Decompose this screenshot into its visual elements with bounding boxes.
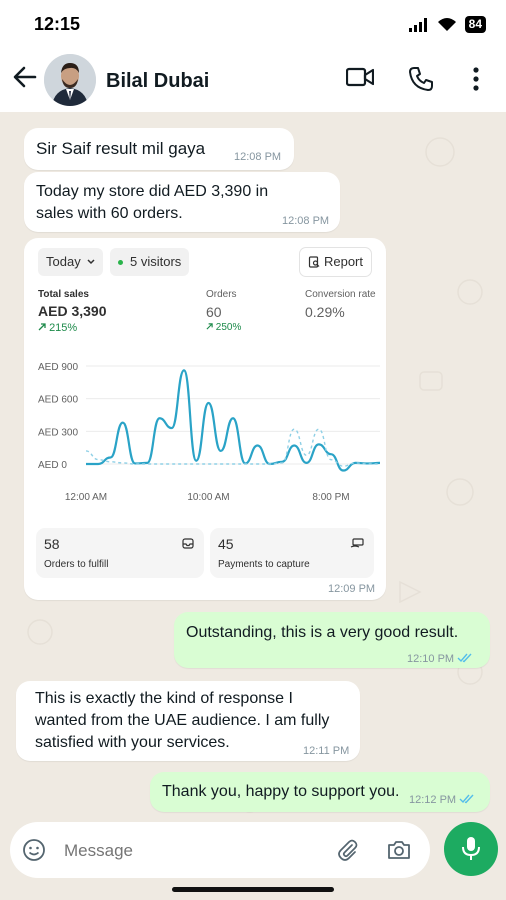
y-tick-label: AED 600 bbox=[38, 395, 78, 406]
status-time: 12:15 bbox=[34, 14, 81, 34]
chat-header: Bilal Dubai bbox=[0, 50, 506, 112]
trend-up-icon bbox=[38, 323, 46, 331]
back-arrow-icon[interactable] bbox=[12, 64, 38, 90]
report-button[interactable]: Report bbox=[299, 247, 372, 277]
orders-change: 250% bbox=[206, 322, 241, 333]
signal-icon bbox=[408, 17, 427, 32]
message-time-text: 12:10 PM bbox=[407, 653, 455, 665]
battery-indicator: 84 bbox=[464, 16, 486, 33]
attach-icon[interactable] bbox=[336, 838, 360, 862]
tile-value: 45 bbox=[218, 536, 234, 552]
voice-message-button[interactable] bbox=[444, 822, 498, 876]
visitors-chip[interactable]: 5 visitors bbox=[110, 248, 190, 276]
read-receipt-icon bbox=[459, 794, 474, 804]
inbox-icon bbox=[182, 538, 194, 549]
outgoing-message[interactable]: Thank you, happy to support you. 12:12 P… bbox=[150, 772, 490, 812]
orders-label: Orders bbox=[206, 289, 237, 300]
message-composer bbox=[10, 822, 430, 878]
message-time-text: 12:12 PM bbox=[409, 794, 457, 806]
read-receipt-icon bbox=[457, 653, 472, 663]
incoming-message[interactable]: This is exactly the kind of response I w… bbox=[16, 681, 360, 761]
tile-label: Payments to capture bbox=[218, 559, 310, 570]
message-time: 12:11 PM bbox=[303, 745, 350, 757]
x-tick-label: 12:00 AM bbox=[65, 492, 107, 503]
orders-change-value: 250% bbox=[215, 322, 242, 333]
video-call-icon[interactable] bbox=[346, 66, 374, 88]
orders-value: 60 bbox=[206, 304, 222, 320]
sales-line-chart: AED 0 AED 300 AED 600 AED 900 12:00 AM 10:00 … bbox=[38, 362, 381, 503]
microphone-icon bbox=[462, 837, 480, 860]
total-sales-change: 215% bbox=[38, 322, 77, 334]
tile-label: Orders to fulfill bbox=[44, 559, 109, 570]
orders-to-fulfill-tile[interactable]: 58 Orders to fulfill bbox=[36, 528, 204, 578]
conversion-value: 0.29% bbox=[305, 304, 345, 320]
incoming-message[interactable]: Today my store did AED 3,390 in sales wi… bbox=[24, 172, 340, 232]
message-text: Sir Saif result mil gaya bbox=[36, 139, 206, 158]
message-text-line: sales with 60 orders. bbox=[36, 205, 183, 222]
outgoing-message[interactable]: Outstanding, this is a very good result.… bbox=[174, 612, 490, 668]
home-indicator bbox=[172, 887, 334, 892]
chat-area[interactable]: Sir Saif result mil gaya 12:08 PM Today … bbox=[0, 112, 506, 820]
chevron-down-icon bbox=[87, 259, 95, 265]
message-time: 12:09 PM bbox=[328, 583, 376, 595]
contact-avatar[interactable] bbox=[44, 54, 96, 106]
x-tick-label: 10:00 AM bbox=[187, 492, 229, 503]
camera-icon[interactable] bbox=[386, 838, 412, 862]
message-text-line: This is exactly the kind of response I bbox=[35, 690, 293, 707]
total-sales-label: Total sales bbox=[38, 289, 89, 300]
contact-name[interactable]: Bilal Dubai bbox=[106, 70, 209, 93]
x-tick-label: 8:00 PM bbox=[312, 492, 349, 503]
message-text: Thank you, happy to support you. bbox=[162, 783, 400, 800]
y-tick-label: AED 0 bbox=[38, 460, 67, 471]
message-text-line: wanted from the UAE audience. I am fully bbox=[35, 712, 330, 729]
trend-up-icon bbox=[206, 323, 213, 330]
sales-dashboard-card[interactable]: Today 5 visitors Report Total sales AED … bbox=[24, 238, 386, 600]
y-tick-label: AED 900 bbox=[38, 362, 78, 373]
live-dot-icon bbox=[118, 260, 123, 265]
message-text-line: satisfied with your services. bbox=[35, 734, 230, 751]
period-label: Today bbox=[46, 254, 81, 269]
visitors-label: 5 visitors bbox=[130, 254, 182, 269]
status-icons: 84 bbox=[408, 16, 486, 33]
y-tick-label: AED 300 bbox=[38, 427, 78, 438]
report-icon bbox=[309, 256, 320, 268]
message-time: 12:08 PM bbox=[282, 215, 330, 227]
message-text: Outstanding, this is a very good result. bbox=[186, 624, 459, 641]
total-sales-value: AED 3,390 bbox=[38, 303, 107, 319]
status-bar: 12:15 84 bbox=[0, 0, 506, 50]
message-input[interactable] bbox=[62, 836, 316, 866]
tile-value: 58 bbox=[44, 536, 60, 552]
payments-to-capture-tile[interactable]: 45 Payments to capture bbox=[210, 528, 374, 578]
message-time: 12:10 PM bbox=[407, 648, 473, 670]
sales-series-line bbox=[86, 369, 381, 472]
conversion-label: Conversion rate bbox=[305, 289, 376, 300]
incoming-message[interactable]: Sir Saif result mil gaya 12:08 PM bbox=[24, 128, 294, 170]
avatar-image bbox=[44, 54, 96, 106]
phone-call-icon[interactable] bbox=[408, 66, 434, 92]
more-options-icon[interactable] bbox=[472, 66, 480, 92]
report-label: Report bbox=[323, 254, 363, 269]
message-time: 12:08 PM bbox=[234, 151, 282, 163]
period-dropdown[interactable]: Today bbox=[38, 248, 103, 276]
wifi-icon bbox=[437, 18, 456, 31]
message-text-line: Today my store did AED 3,390 in bbox=[36, 183, 269, 200]
message-time: 12:12 PM bbox=[409, 789, 475, 811]
emoji-icon[interactable] bbox=[22, 838, 46, 862]
total-sales-change-value: 215% bbox=[49, 322, 78, 334]
payment-hand-icon bbox=[350, 538, 364, 548]
